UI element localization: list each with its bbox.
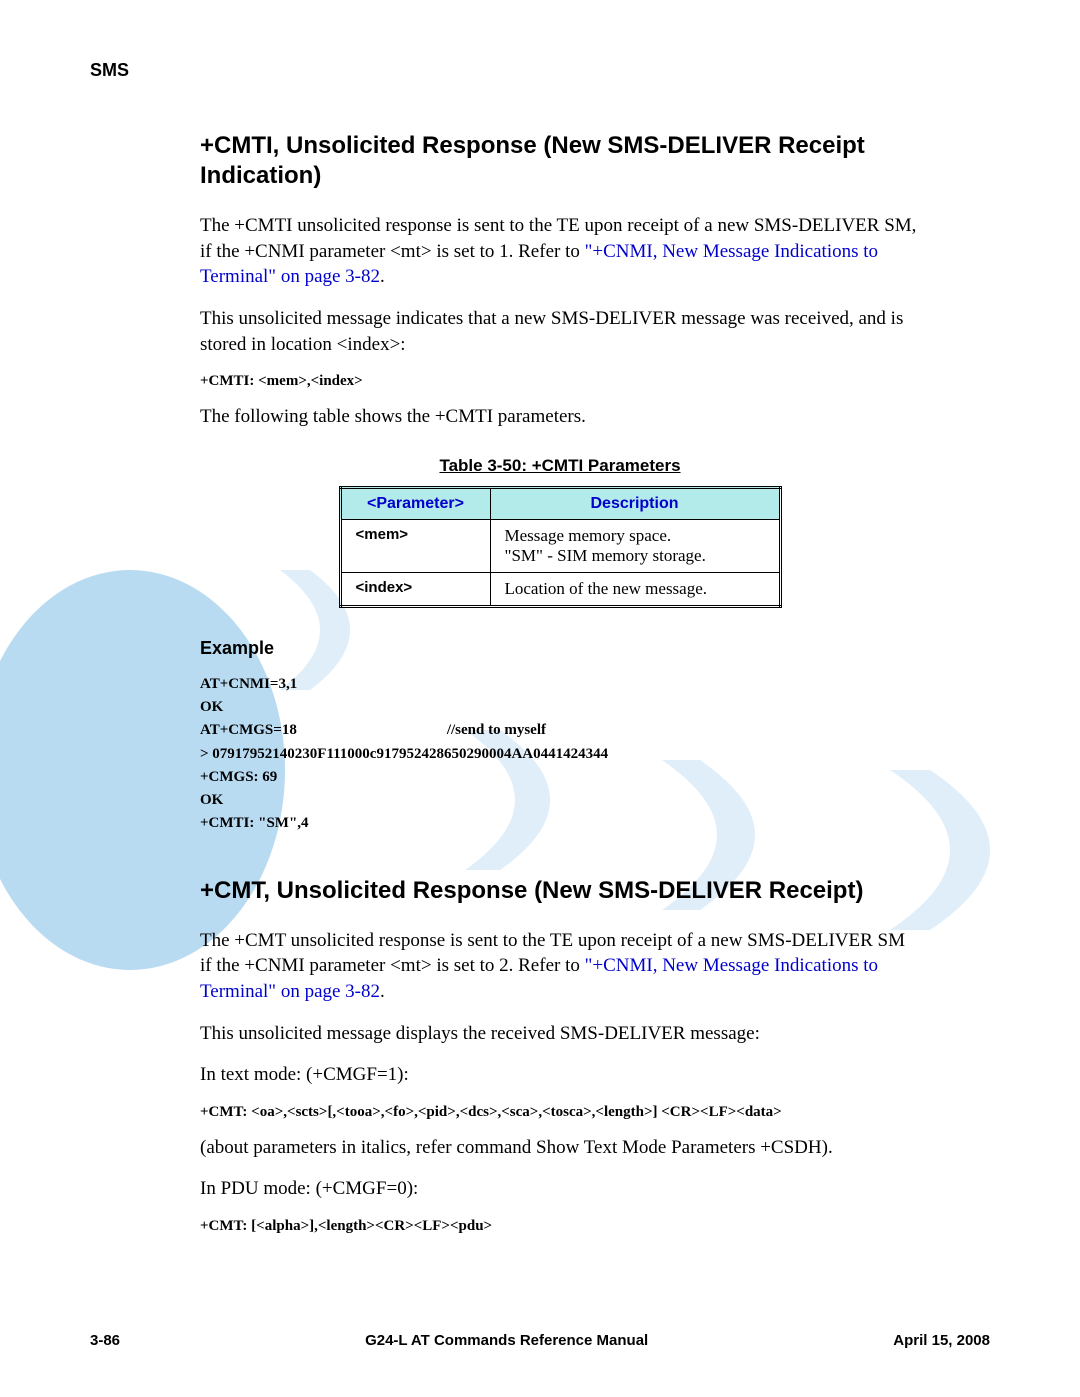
footer-date: April 15, 2008: [893, 1332, 990, 1349]
table-row: <mem> Message memory space. "SM" - SIM m…: [340, 519, 780, 572]
manual-title: G24-L AT Commands Reference Manual: [120, 1332, 893, 1349]
param-name: <index>: [340, 572, 490, 606]
cmt-paragraph-1: The +CMT unsolicited response is sent to…: [200, 928, 920, 1005]
text: .: [380, 266, 385, 287]
col-header-description: Description: [490, 487, 780, 519]
section-heading-cmti: +CMTI, Unsolicited Response (New SMS-DEL…: [200, 131, 920, 191]
cmti-paragraph-2: This unsolicited message indicates that …: [200, 306, 920, 357]
example-heading: Example: [200, 638, 920, 659]
cmti-paragraph-1: The +CMTI unsolicited response is sent t…: [200, 213, 920, 290]
cmt-paragraph-2: This unsolicited message displays the re…: [200, 1021, 920, 1047]
param-desc: Message memory space. "SM" - SIM memory …: [490, 519, 780, 572]
table-caption: Table 3-50: +CMTI Parameters: [200, 456, 920, 476]
table-row: <index> Location of the new message.: [340, 572, 780, 606]
running-header: SMS: [90, 60, 990, 81]
cmt-pdu-mode-label: In PDU mode: (+CMGF=0):: [200, 1176, 920, 1202]
cmti-syntax: +CMTI: <mem>,<index>: [200, 373, 920, 390]
param-name: <mem>: [340, 519, 490, 572]
example-code-block: AT+CNMI=3,1 OK AT+CMGS=18 //send to myse…: [200, 673, 920, 836]
cmt-text-mode-syntax: +CMT: <oa>,<scts>[,<tooa>,<fo>,<pid>,<dc…: [200, 1104, 920, 1121]
text: .: [380, 981, 385, 1002]
section-heading-cmt: +CMT, Unsolicited Response (New SMS-DELI…: [200, 876, 920, 906]
cmt-pdu-mode-syntax: +CMT: [<alpha>],<length><CR><LF><pdu>: [200, 1218, 920, 1235]
cmt-paragraph-csdh: (about parameters in italics, refer comm…: [200, 1135, 920, 1161]
param-desc: Location of the new message.: [490, 572, 780, 606]
page-footer: 3-86 G24-L AT Commands Reference Manual …: [90, 1332, 990, 1349]
cmt-text-mode-label: In text mode: (+CMGF=1):: [200, 1062, 920, 1088]
cmti-paragraph-3: The following table shows the +CMTI para…: [200, 404, 920, 430]
page-number: 3-86: [90, 1332, 120, 1349]
cmti-parameters-table: <Parameter> Description <mem> Message me…: [339, 486, 782, 608]
col-header-parameter: <Parameter>: [340, 487, 490, 519]
